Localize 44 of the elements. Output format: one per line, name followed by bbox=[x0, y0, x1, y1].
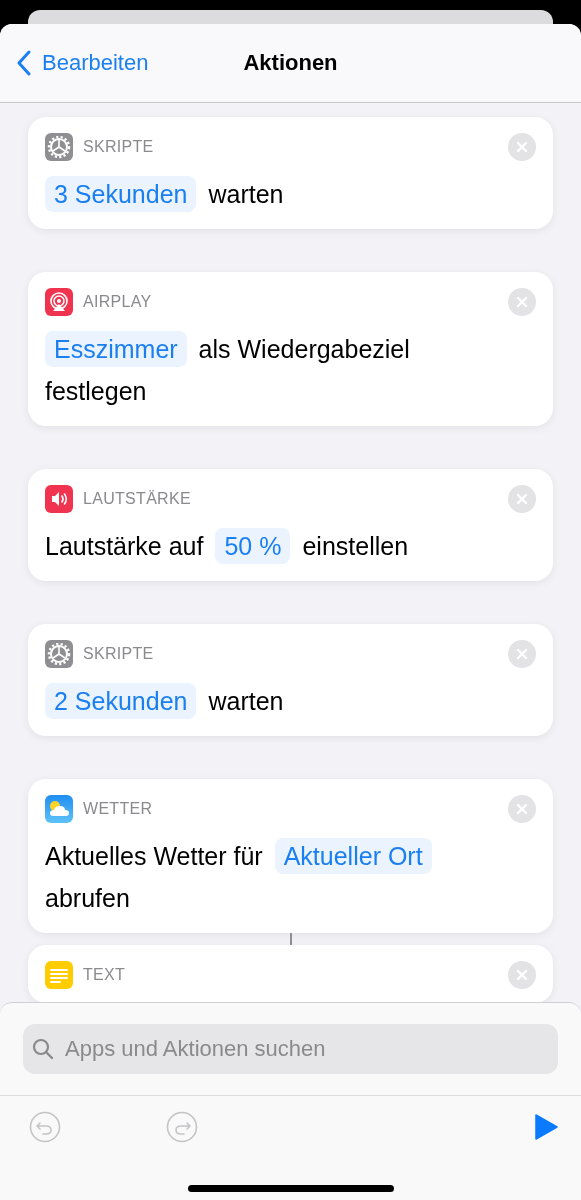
close-icon[interactable] bbox=[508, 485, 536, 513]
speaker-icon bbox=[45, 485, 73, 513]
action-text: abrufen bbox=[45, 883, 130, 914]
action-card[interactable]: AIRPLAY Esszimmer als Wiedergabeziel festlegen bbox=[28, 272, 553, 426]
action-text: warten bbox=[208, 179, 284, 210]
action-text: warten bbox=[208, 686, 284, 717]
search-field[interactable]: Apps und Aktionen suchen bbox=[23, 1024, 558, 1074]
action-card[interactable]: LAUTSTÄRKE Lautstärke auf 50 % einstellen bbox=[28, 469, 553, 581]
gear-icon bbox=[45, 640, 73, 668]
parameter-token[interactable]: Aktueller Ort bbox=[274, 838, 432, 874]
category-label: SKRIPTE bbox=[83, 138, 154, 156]
category-label: TEXT bbox=[83, 966, 126, 984]
parameter-token[interactable]: 3 Sekunden bbox=[45, 176, 197, 212]
close-icon[interactable] bbox=[508, 640, 536, 668]
search-icon bbox=[31, 1037, 55, 1061]
category-label: WETTER bbox=[83, 800, 153, 818]
action-text: festlegen bbox=[45, 376, 147, 407]
category-label: AIRPLAY bbox=[83, 293, 152, 311]
action-text: einstellen bbox=[302, 531, 409, 562]
chevron-left-icon bbox=[16, 50, 32, 76]
action-card[interactable]: WETTER Aktuelles Wetter für Aktueller Ort abrufen bbox=[28, 779, 553, 933]
action-text: Aktuelles Wetter für bbox=[45, 841, 263, 872]
screen-title: Aktionen bbox=[243, 50, 338, 76]
parameter-token[interactable]: 50 % bbox=[215, 528, 291, 564]
action-card[interactable]: SKRIPTE 2 Sekunden warten bbox=[28, 624, 553, 736]
parameter-token[interactable]: 2 Sekunden bbox=[45, 683, 197, 719]
category-label: LAUTSTÄRKE bbox=[83, 490, 191, 508]
weather-icon bbox=[45, 795, 73, 823]
category-label: SKRIPTE bbox=[83, 645, 154, 663]
close-icon[interactable] bbox=[508, 795, 536, 823]
text-lines-icon bbox=[45, 961, 73, 989]
action-card[interactable]: TEXT bbox=[28, 945, 553, 1003]
action-text: Lautstärke auf bbox=[45, 531, 204, 562]
back-button[interactable]: Bearbeiten bbox=[16, 50, 149, 76]
close-icon[interactable] bbox=[508, 288, 536, 316]
airplay-icon bbox=[45, 288, 73, 316]
play-button[interactable] bbox=[534, 1114, 558, 1140]
action-text: als Wiedergabeziel bbox=[198, 334, 410, 365]
close-icon[interactable] bbox=[508, 133, 536, 161]
action-card[interactable]: SKRIPTE 3 Sekunden warten bbox=[28, 117, 553, 229]
parameter-token[interactable]: Esszimmer bbox=[45, 331, 187, 367]
gear-icon bbox=[45, 133, 73, 161]
close-icon[interactable] bbox=[508, 961, 536, 989]
connector-line bbox=[289, 933, 292, 945]
